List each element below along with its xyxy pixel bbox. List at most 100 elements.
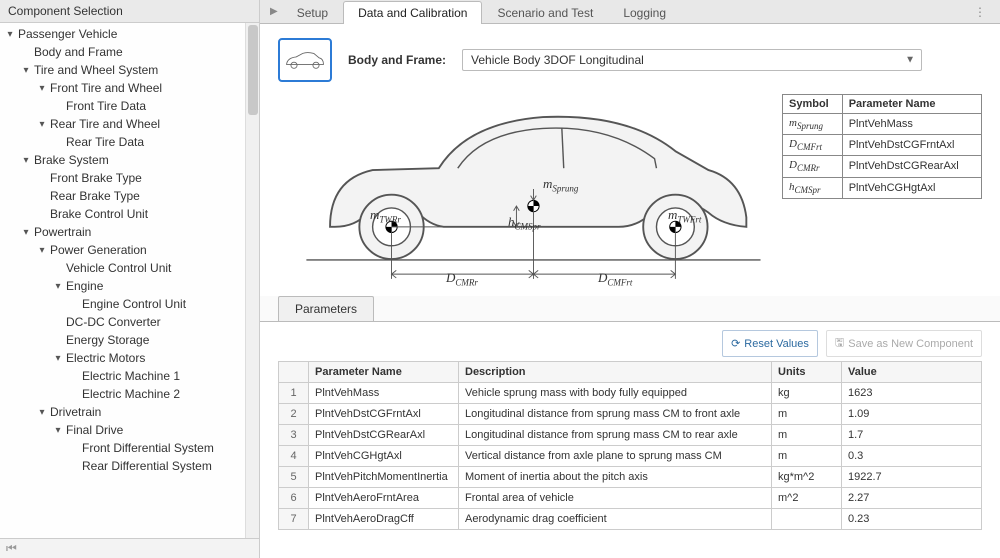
tree-collapse-icon[interactable]: ▾ xyxy=(52,281,64,292)
tree-item[interactable]: ▾Drivetrain xyxy=(0,403,259,421)
tree-collapse-icon[interactable]: ▾ xyxy=(20,227,32,238)
parameter-tab-bar: Parameters xyxy=(260,296,1000,322)
cell-units[interactable] xyxy=(772,509,842,530)
table-row[interactable]: 3PlntVehDstCGRearAxlLongitudinal distanc… xyxy=(279,425,982,446)
cell-units[interactable]: kg xyxy=(772,383,842,404)
table-row[interactable]: 5PlntVehPitchMomentInertiaMoment of iner… xyxy=(279,467,982,488)
cell-value[interactable]: 2.27 xyxy=(842,488,982,509)
tree-item[interactable]: ▾Brake System xyxy=(0,151,259,169)
tree-collapse-icon[interactable]: ▾ xyxy=(52,353,64,364)
table-row[interactable]: 1PlntVehMassVehicle sprung mass with bod… xyxy=(279,383,982,404)
cell-desc[interactable]: Aerodynamic drag coefficient xyxy=(459,509,772,530)
cell-value[interactable]: 1922.7 xyxy=(842,467,982,488)
main-panel: ▶ SetupData and CalibrationScenario and … xyxy=(260,0,1000,558)
tree-item[interactable]: Electric Machine 1 xyxy=(0,367,259,385)
tree-collapse-icon[interactable]: ▾ xyxy=(52,425,64,436)
tree-item[interactable]: Front Differential System xyxy=(0,439,259,457)
cell-units[interactable]: m xyxy=(772,446,842,467)
tree-collapse-icon[interactable]: ▾ xyxy=(36,83,48,94)
tree-item[interactable]: ▾Rear Tire and Wheel xyxy=(0,115,259,133)
cell-units[interactable]: kg*m^2 xyxy=(772,467,842,488)
cell-name[interactable]: PlntVehDstCGRearAxl xyxy=(309,425,459,446)
tree-item[interactable]: ▾Final Drive xyxy=(0,421,259,439)
tab-scroll-left-icon[interactable]: ▶ xyxy=(270,6,278,17)
main-tab[interactable]: Scenario and Test xyxy=(482,1,608,24)
cell-units[interactable]: m^2 xyxy=(772,488,842,509)
cell-desc[interactable]: Vertical distance from axle plane to spr… xyxy=(459,446,772,467)
param-header-name: Parameter Name xyxy=(309,362,459,383)
tree-item[interactable]: Rear Tire Data xyxy=(0,133,259,151)
main-tab[interactable]: Setup xyxy=(282,1,343,24)
cell-desc[interactable]: Longitudinal distance from sprung mass C… xyxy=(459,425,772,446)
tree-item[interactable]: Vehicle Control Unit xyxy=(0,259,259,277)
body-frame-bar: Body and Frame: Vehicle Body 3DOF Longit… xyxy=(260,24,1000,90)
table-row[interactable]: 7PlntVehAeroDragCffAerodynamic drag coef… xyxy=(279,509,982,530)
tree-item[interactable]: Body and Frame xyxy=(0,43,259,61)
cell-desc[interactable]: Frontal area of vehicle xyxy=(459,488,772,509)
tree-collapse-icon[interactable]: ▾ xyxy=(4,29,16,40)
sidebar-footer: ⏮ xyxy=(0,538,259,558)
tree-item[interactable]: Energy Storage xyxy=(0,331,259,349)
table-row[interactable]: 2PlntVehDstCGFrntAxlLongitudinal distanc… xyxy=(279,404,982,425)
tree-item[interactable]: ▾Passenger Vehicle xyxy=(0,25,259,43)
tree-collapse-icon[interactable]: ▾ xyxy=(20,65,32,76)
tree-collapse-icon[interactable]: ▾ xyxy=(36,119,48,130)
tree-item[interactable]: Rear Differential System xyxy=(0,457,259,475)
cell-value[interactable]: 1.7 xyxy=(842,425,982,446)
cell-units[interactable]: m xyxy=(772,425,842,446)
tab-bar: ▶ SetupData and CalibrationScenario and … xyxy=(260,0,1000,24)
tree-item[interactable]: Front Tire Data xyxy=(0,97,259,115)
body-frame-select[interactable]: Vehicle Body 3DOF Longitudinal ▼ xyxy=(462,49,922,71)
cell-value[interactable]: 1623 xyxy=(842,383,982,404)
cell-desc[interactable]: Longitudinal distance from sprung mass C… xyxy=(459,404,772,425)
cell-name[interactable]: PlntVehDstCGFrntAxl xyxy=(309,404,459,425)
tree-item[interactable]: Engine Control Unit xyxy=(0,295,259,313)
tree-item[interactable]: ▾Electric Motors xyxy=(0,349,259,367)
cell-name[interactable]: PlntVehAeroFrntArea xyxy=(309,488,459,509)
main-tab[interactable]: Logging xyxy=(608,1,681,24)
tree-item[interactable]: ▾Front Tire and Wheel xyxy=(0,79,259,97)
cell-name[interactable]: PlntVehMass xyxy=(309,383,459,404)
component-tree[interactable]: ▾Passenger VehicleBody and Frame▾Tire an… xyxy=(0,23,259,538)
reset-values-button[interactable]: ⟳ Reset Values xyxy=(722,330,818,357)
tree-item[interactable]: Rear Brake Type xyxy=(0,187,259,205)
tree-item[interactable]: Front Brake Type xyxy=(0,169,259,187)
tree-item[interactable]: Electric Machine 2 xyxy=(0,385,259,403)
tree-item[interactable]: Brake Control Unit xyxy=(0,205,259,223)
table-row[interactable]: 6PlntVehAeroFrntAreaFrontal area of vehi… xyxy=(279,488,982,509)
parameter-table[interactable]: Parameter Name Description Units Value 1… xyxy=(278,361,982,530)
label-d-cmfrt: DCMFrt xyxy=(598,270,632,288)
tree-item[interactable]: ▾Engine xyxy=(0,277,259,295)
cell-desc[interactable]: Vehicle sprung mass with body fully equi… xyxy=(459,383,772,404)
legend-row: mSprungPlntVehMass xyxy=(783,114,982,135)
tree-item[interactable]: ▾Tire and Wheel System xyxy=(0,61,259,79)
collapse-icon[interactable]: ⏮ xyxy=(6,541,17,556)
cell-value[interactable]: 0.3 xyxy=(842,446,982,467)
tab-overflow-button[interactable]: ⋮ xyxy=(968,3,992,21)
tree-scrollbar-thumb[interactable] xyxy=(248,25,258,115)
tree-collapse-icon[interactable]: ▾ xyxy=(36,245,48,256)
tree-item[interactable]: ▾Powertrain xyxy=(0,223,259,241)
tree-collapse-icon[interactable]: ▾ xyxy=(36,407,48,418)
tree-item[interactable]: ▾Power Generation xyxy=(0,241,259,259)
legend-symbol: mSprung xyxy=(783,114,843,135)
tree-item[interactable]: DC-DC Converter xyxy=(0,313,259,331)
cell-units[interactable]: m xyxy=(772,404,842,425)
main-tab[interactable]: Data and Calibration xyxy=(343,1,482,24)
tree-item-label: Electric Machine 1 xyxy=(80,369,180,383)
cell-name[interactable]: PlntVehPitchMomentInertia xyxy=(309,467,459,488)
tree-collapse-icon[interactable]: ▾ xyxy=(20,155,32,166)
sidebar: Component Selection ▾Passenger VehicleBo… xyxy=(0,0,260,558)
tree-item-label: Final Drive xyxy=(64,423,123,437)
table-row[interactable]: 4PlntVehCGHgtAxlVertical distance from a… xyxy=(279,446,982,467)
tree-scrollbar[interactable] xyxy=(245,23,259,538)
cell-desc[interactable]: Moment of inertia about the pitch axis xyxy=(459,467,772,488)
cell-value[interactable]: 1.09 xyxy=(842,404,982,425)
vehicle-thumbnail[interactable] xyxy=(278,38,332,82)
label-h-cmspr: hCMSpr xyxy=(508,214,541,232)
tab-parameters[interactable]: Parameters xyxy=(278,296,374,321)
param-header-idx xyxy=(279,362,309,383)
cell-value[interactable]: 0.23 xyxy=(842,509,982,530)
cell-name[interactable]: PlntVehCGHgtAxl xyxy=(309,446,459,467)
cell-name[interactable]: PlntVehAeroDragCff xyxy=(309,509,459,530)
